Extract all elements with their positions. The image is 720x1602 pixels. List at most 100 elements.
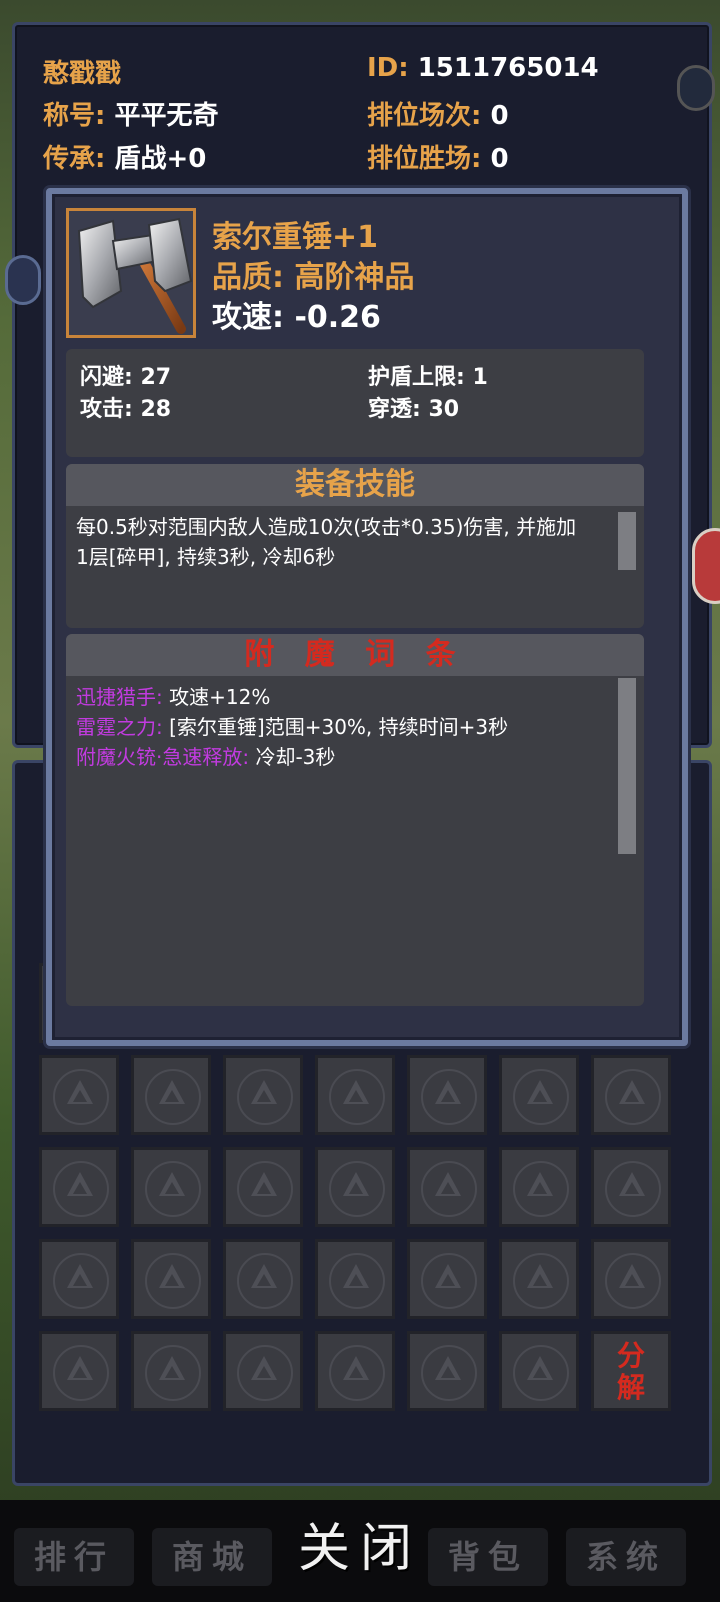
inherit-label: 传承:	[43, 144, 106, 174]
triangle-inner-icon	[165, 1366, 179, 1378]
enchant-effect: 冷却-3秒	[255, 745, 336, 769]
triangle-inner-icon	[257, 1090, 271, 1102]
inventory-slot[interactable]	[315, 1055, 395, 1135]
skill-scrollbar[interactable]	[618, 512, 636, 570]
decompose-button[interactable]: 分解	[591, 1331, 671, 1411]
triangle-inner-icon	[441, 1090, 455, 1102]
inventory-slot[interactable]	[315, 1147, 395, 1227]
triangle-inner-icon	[165, 1182, 179, 1194]
stat-shield-cap: 护盾上限: 1	[368, 365, 488, 390]
triangle-inner-icon	[533, 1366, 547, 1378]
triangle-inner-icon	[73, 1366, 87, 1378]
triangle-inner-icon	[165, 1090, 179, 1102]
skill-desc-line-1: 每0.5秒对范围内敌人造成10次(攻击*0.35)伤害, 并施加	[76, 515, 577, 539]
triangle-inner-icon	[441, 1274, 455, 1286]
rank-wins-value: 0	[490, 144, 509, 174]
triangle-inner-icon	[73, 1182, 87, 1194]
nav-system-button[interactable]: 系统	[566, 1528, 686, 1586]
triangle-inner-icon	[625, 1182, 639, 1194]
equip-skill-section: 装备技能 每0.5秒对范围内敌人造成10次(攻击*0.35)伤害, 并施加 1层…	[66, 464, 644, 628]
equip-skill-title: 装备技能	[66, 464, 644, 506]
triangle-inner-icon	[257, 1274, 271, 1286]
bottom-nav: 排行 商城 背包 系统 关闭	[0, 1500, 720, 1602]
triangle-inner-icon	[349, 1090, 363, 1102]
skill-desc-line-2: 1层[碎甲], 持续3秒, 冷却6秒	[76, 545, 336, 569]
inventory-slot[interactable]	[499, 1331, 579, 1411]
nav-shop-button[interactable]: 商城	[152, 1528, 272, 1586]
enchant-effect: [索尔重锤]范围+30%, 持续时间+3秒	[169, 715, 509, 739]
triangle-inner-icon	[625, 1274, 639, 1286]
inventory-slot[interactable]	[499, 1055, 579, 1135]
enchant-name: 雷霆之力:	[76, 715, 163, 739]
triangle-inner-icon	[257, 1366, 271, 1378]
inventory-slot[interactable]	[223, 1239, 303, 1319]
inventory-slot[interactable]	[315, 1331, 395, 1411]
inventory-slot[interactable]	[591, 1055, 671, 1135]
item-quality: 品质: 高阶神品	[212, 260, 415, 295]
inventory-slot[interactable]	[223, 1147, 303, 1227]
triangle-inner-icon	[441, 1366, 455, 1378]
inventory-slot[interactable]	[407, 1331, 487, 1411]
inventory-slot[interactable]	[131, 1055, 211, 1135]
player-inherit: 传承: 盾战+0	[43, 138, 206, 175]
nav-rank-button[interactable]: 排行	[14, 1528, 134, 1586]
enchant-title: 附 魔 词 条	[66, 634, 644, 676]
rank-matches-value: 0	[490, 101, 509, 131]
triangle-inner-icon	[165, 1274, 179, 1286]
id-value: 1511765014	[417, 53, 599, 83]
inventory-slot[interactable]	[499, 1147, 579, 1227]
inventory-slot[interactable]	[131, 1239, 211, 1319]
nav-bag-button[interactable]: 背包	[428, 1528, 548, 1586]
title-label: 称号:	[43, 101, 106, 131]
inventory-slot[interactable]	[131, 1331, 211, 1411]
rank-matches-label: 排位场次:	[367, 101, 482, 131]
side-menu-badge[interactable]	[5, 255, 41, 305]
stat-dodge: 闪避: 27	[80, 365, 172, 390]
player-name: 憨戳戳	[43, 59, 122, 89]
inherit-value: 盾战+0	[114, 144, 207, 174]
inventory-slot[interactable]	[223, 1055, 303, 1135]
triangle-inner-icon	[533, 1182, 547, 1194]
inventory-slot[interactable]	[39, 1239, 119, 1319]
equip-skill-desc: 每0.5秒对范围内敌人造成10次(攻击*0.35)伤害, 并施加 1层[碎甲],…	[66, 506, 644, 572]
id-label: ID:	[367, 53, 409, 83]
inventory-slot[interactable]	[591, 1147, 671, 1227]
decompose-label-1: 分	[616, 1339, 645, 1372]
item-name: 索尔重锤+1	[212, 220, 379, 255]
item-attack-speed: 攻速: -0.26	[212, 300, 381, 335]
rank-matches: 排位场次: 0	[367, 95, 509, 132]
triangle-inner-icon	[257, 1182, 271, 1194]
inventory-slot[interactable]	[131, 1147, 211, 1227]
inventory-slot[interactable]	[407, 1239, 487, 1319]
enchant-section: 附 魔 词 条 迅捷猎手: 攻速+12% 雷霆之力: [索尔重锤]范围+30%,…	[66, 634, 644, 1006]
close-button[interactable]: 关闭	[290, 1506, 430, 1592]
inventory-slot[interactable]	[407, 1147, 487, 1227]
rank-wins: 排位胜场: 0	[367, 138, 509, 175]
stat-attack: 攻击: 28	[80, 397, 172, 422]
inventory-slot[interactable]	[499, 1239, 579, 1319]
enchant-name: 迅捷猎手:	[76, 685, 163, 709]
inventory-slot[interactable]	[407, 1055, 487, 1135]
decompose-label-2: 解	[616, 1371, 645, 1404]
triangle-inner-icon	[625, 1090, 639, 1102]
triangle-inner-icon	[533, 1090, 547, 1102]
inventory-slot[interactable]	[315, 1239, 395, 1319]
inventory-slot[interactable]	[39, 1055, 119, 1135]
triangle-inner-icon	[349, 1274, 363, 1286]
triangle-inner-icon	[349, 1182, 363, 1194]
triangle-inner-icon	[73, 1274, 87, 1286]
corner-close-icon[interactable]	[677, 65, 715, 111]
enchant-scrollbar[interactable]	[618, 678, 636, 854]
inventory-slot[interactable]	[591, 1239, 671, 1319]
enchant-entry: 雷霆之力: [索尔重锤]范围+30%, 持续时间+3秒	[76, 712, 616, 742]
rank-wins-label: 排位胜场:	[367, 144, 482, 174]
inventory-slot[interactable]	[223, 1331, 303, 1411]
inventory-slot[interactable]	[39, 1331, 119, 1411]
triangle-inner-icon	[349, 1366, 363, 1378]
inventory-slot[interactable]	[39, 1147, 119, 1227]
enchant-name: 附魔火铳·急速释放:	[76, 745, 250, 769]
triangle-inner-icon	[441, 1182, 455, 1194]
stat-penetration: 穿透: 30	[368, 397, 460, 422]
side-red-badge[interactable]	[692, 528, 720, 604]
player-id: ID: 1511765014	[367, 53, 599, 83]
